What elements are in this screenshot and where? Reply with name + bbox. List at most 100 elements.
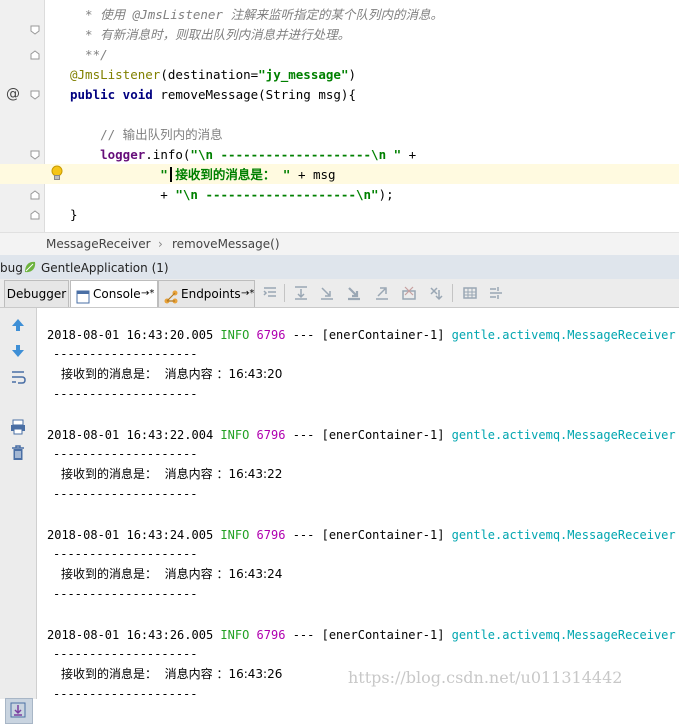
log-logger: gentle.activemq.MessageReceiver — [451, 428, 676, 442]
console-side-toolbar — [0, 308, 37, 724]
scroll-to-end-toggle[interactable] — [5, 698, 33, 724]
code-line: // 输出队列内的消息 — [70, 125, 223, 145]
log-pid: 6796 — [256, 528, 286, 542]
log-message-label: 接收到的消息是： — [61, 367, 158, 381]
tab-endpoints-pin: →* — [241, 288, 255, 299]
code-token: * 有新消息时，则取出队列内消息并进行处理。 — [70, 27, 351, 42]
log-message-content: 消息内容 ：16:43:20 — [164, 367, 283, 381]
log-header-line: 2018-08-01 16:43:26.005 INFO 6796 --- [e… — [47, 626, 676, 644]
log-divider: -------------------- — [53, 347, 198, 361]
fold-marker-icon[interactable] — [30, 210, 40, 220]
code-token: **/ — [70, 47, 108, 62]
tab-debugger[interactable]: Debugger — [4, 280, 69, 307]
tab-endpoints-label: Endpoints — [181, 287, 241, 301]
code-token: removeMessage(String msg){ — [160, 87, 356, 102]
trace-current-stream-icon[interactable] — [487, 284, 505, 302]
log-message-label: 接收到的消息是： — [61, 467, 158, 481]
log-level: INFO — [220, 528, 250, 542]
log-thread: [enerContainer-1] — [321, 428, 445, 442]
log-thread: [enerContainer-1] — [321, 628, 445, 642]
log-divider: -------------------- — [53, 687, 198, 699]
soft-wrap-icon[interactable] — [9, 368, 27, 386]
code-token: "\n --------------------\n" — [175, 187, 379, 202]
code-token: + — [70, 187, 176, 202]
fold-marker-icon[interactable] — [30, 190, 40, 200]
intention-bulb-icon[interactable] — [51, 165, 63, 181]
run-configuration-name[interactable]: GentleApplication (1) — [41, 260, 169, 276]
log-logger: gentle.activemq.MessageReceiver — [451, 328, 676, 342]
tab-console-label: Console — [93, 287, 141, 301]
drop-frame-icon[interactable] — [400, 284, 418, 302]
tab-console[interactable]: Console →* — [70, 280, 158, 307]
debug-tool-window-header: bug GentleApplication (1) — [0, 255, 679, 280]
fold-marker-icon[interactable] — [30, 90, 40, 100]
code-token: "\n --------------------\n " — [190, 147, 402, 162]
run-to-cursor-icon[interactable] — [428, 284, 446, 302]
code-line: **/ — [70, 45, 108, 65]
log-message-content: 消息内容 ：16:43:22 — [164, 467, 283, 481]
watermark: https://blog.csdn.net/u011314442 — [348, 668, 623, 687]
console-output[interactable]: 2018-08-01 16:43:20.005 INFO 6796 --- [e… — [37, 308, 679, 699]
log-divider: -------------------- — [53, 447, 198, 461]
breadcrumb-method[interactable]: removeMessage() — [172, 236, 280, 252]
scroll-up-icon[interactable] — [9, 316, 27, 334]
code-token: ); — [378, 187, 394, 202]
log-message-label: 接收到的消息是： — [61, 667, 158, 681]
log-pid: 6796 — [256, 628, 286, 642]
code-token: " 接收到的消息是： " — [70, 167, 291, 182]
log-divider: -------------------- — [53, 387, 198, 401]
debug-title: bug — [0, 261, 23, 275]
fold-marker-icon[interactable] — [30, 25, 40, 35]
log-sep: --- — [292, 328, 315, 342]
clear-all-icon[interactable] — [9, 444, 27, 462]
step-out-icon[interactable] — [373, 284, 391, 302]
code-token: (destination= — [160, 67, 259, 82]
code-editor[interactable]: @ * 使用 @JmsListener 注解来监听指定的某个队列内的消息。 * … — [0, 0, 679, 232]
tab-debugger-label: Debugger — [6, 287, 67, 301]
log-header-line: 2018-08-01 16:43:22.004 INFO 6796 --- [e… — [47, 426, 676, 444]
breadcrumb-class[interactable]: MessageReceiver — [46, 236, 151, 252]
tab-endpoints[interactable]: Endpoints →* — [158, 280, 255, 307]
log-level: INFO — [220, 428, 250, 442]
log-divider: -------------------- — [53, 547, 198, 561]
tab-console-pin: →* — [141, 288, 155, 299]
spring-boot-icon — [23, 260, 37, 274]
log-divider: -------------------- — [53, 487, 198, 501]
fold-marker-icon[interactable] — [30, 150, 40, 160]
log-message-line: 接收到的消息是： 消息内容 ：16:43:22 — [61, 465, 282, 483]
log-timestamp: 2018-08-01 16:43:24.005 — [47, 528, 214, 542]
debug-toolbar: Debugger Console →* Endpoints →* — [0, 279, 679, 308]
show-execution-point-icon[interactable] — [261, 284, 279, 302]
log-message-line: 接收到的消息是： 消息内容 ：16:43:26 — [61, 665, 282, 683]
log-message-line: 接收到的消息是： 消息内容 ：16:43:24 — [61, 565, 282, 583]
log-pid: 6796 — [256, 328, 286, 342]
log-message-label: 接收到的消息是： — [61, 567, 158, 581]
log-level: INFO — [220, 628, 250, 642]
code-line: } — [70, 205, 78, 225]
fold-marker-icon[interactable] — [30, 50, 40, 60]
log-logger: gentle.activemq.MessageReceiver — [451, 628, 676, 642]
code-token: 注解来监听指定的某个队列内的消息。 — [222, 7, 443, 22]
code-token: logger — [70, 147, 146, 162]
force-step-into-icon[interactable] — [345, 284, 363, 302]
log-timestamp: 2018-08-01 16:43:22.004 — [47, 428, 214, 442]
code-token: * 使用 — [70, 7, 133, 22]
log-sep: --- — [292, 428, 315, 442]
evaluate-expression-icon[interactable] — [461, 284, 479, 302]
breadcrumb-separator: › — [158, 237, 163, 251]
toolbar-separator — [452, 284, 453, 302]
toolbar-separator — [284, 284, 285, 302]
scroll-down-icon[interactable] — [9, 342, 27, 360]
print-icon[interactable] — [9, 418, 27, 436]
step-over-icon[interactable] — [292, 284, 310, 302]
code-line: logger.info("\n --------------------\n "… — [70, 145, 416, 165]
log-header-line: 2018-08-01 16:43:20.005 INFO 6796 --- [e… — [47, 326, 676, 344]
code-token: } — [70, 207, 78, 222]
code-token: @JmsListener — [132, 7, 223, 22]
code-token: @JmsListener — [70, 67, 161, 82]
step-into-icon[interactable] — [318, 284, 336, 302]
log-header-line: 2018-08-01 16:43:24.005 INFO 6796 --- [e… — [47, 526, 676, 544]
annotation-gutter-icon[interactable]: @ — [6, 86, 22, 102]
log-pid: 6796 — [256, 428, 286, 442]
text-cursor — [170, 167, 172, 182]
